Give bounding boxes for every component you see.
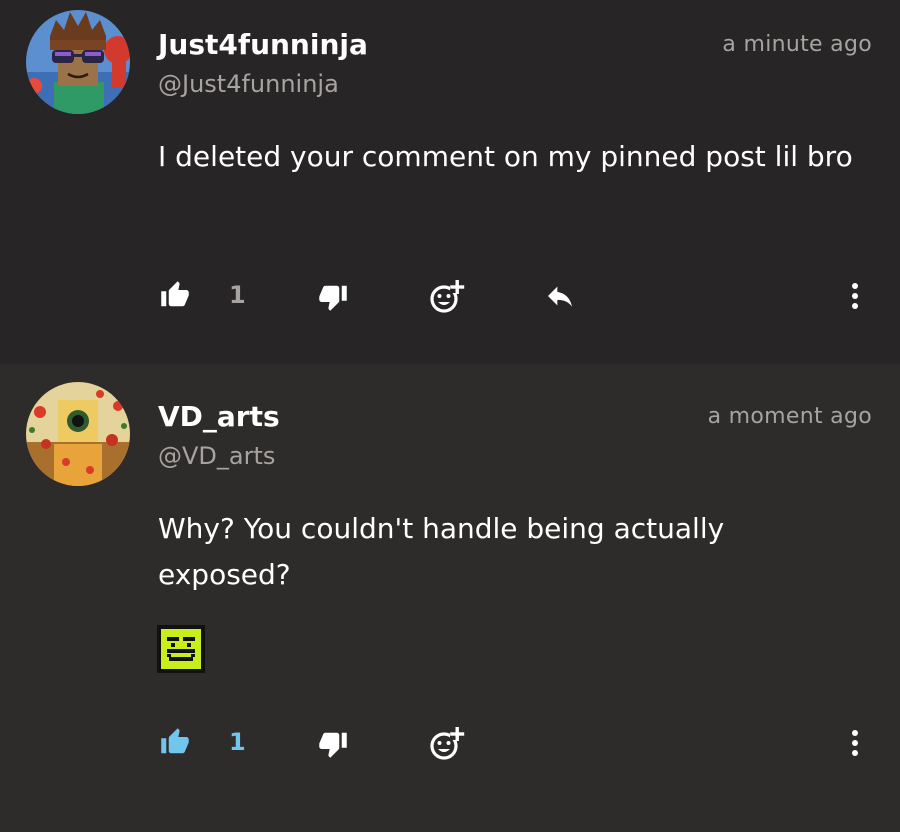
like-button[interactable] [160, 280, 190, 314]
thumbs-down-icon [319, 285, 347, 311]
dislike-button[interactable] [318, 282, 348, 316]
username[interactable]: VD_arts [158, 400, 280, 433]
avatar[interactable] [26, 10, 130, 114]
more-options-button[interactable] [850, 282, 860, 314]
like-count: 1 [229, 281, 246, 309]
more-vertical-icon [852, 283, 858, 309]
thumbs-up-icon [161, 281, 189, 307]
timestamp: a minute ago [722, 32, 872, 57]
dislike-button[interactable] [318, 729, 348, 763]
user-handle[interactable]: @Just4funninja [158, 70, 339, 98]
reply-arrow-icon [548, 286, 572, 307]
comment-card: Just4funninja @Just4funninja a minute ag… [0, 0, 900, 364]
more-options-button[interactable] [850, 729, 860, 761]
thumbs-up-icon [161, 728, 189, 754]
comment-card: VD_arts @VD_arts a moment ago Why? You c… [0, 364, 900, 832]
more-vertical-icon [852, 730, 858, 756]
avatar[interactable] [26, 382, 130, 486]
add-reaction-button[interactable] [428, 724, 466, 766]
add-reaction-icon [430, 280, 465, 313]
timestamp: a moment ago [707, 404, 872, 429]
reply-button[interactable] [544, 280, 576, 316]
emoji [157, 625, 205, 677]
smirk-robot-emoji-icon [157, 625, 205, 673]
comment-text: Why? You couldn't handle being actually … [158, 512, 725, 591]
like-count: 1 [229, 728, 246, 756]
add-reaction-icon [430, 727, 465, 760]
comment-text: I deleted your comment on my pinned post… [158, 140, 853, 173]
add-reaction-button[interactable] [428, 277, 466, 319]
username[interactable]: Just4funninja [158, 28, 368, 61]
like-button[interactable] [160, 727, 190, 761]
thumbs-down-icon [319, 732, 347, 758]
user-handle[interactable]: @VD_arts [158, 442, 275, 470]
